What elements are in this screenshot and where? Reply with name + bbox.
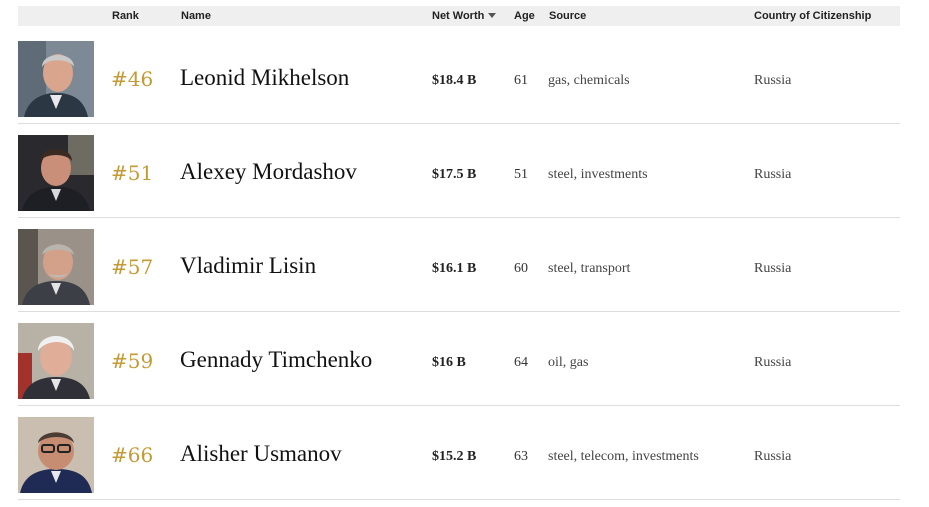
sort-descending-icon[interactable] <box>488 12 497 18</box>
rank: #51 <box>111 161 154 185</box>
person-name[interactable]: Leonid Mikhelson <box>180 65 349 91</box>
table-row[interactable]: #66 Alisher Usmanov $15.2 B 63 steel, te… <box>18 405 900 500</box>
person-photo[interactable] <box>18 135 94 211</box>
age: 51 <box>514 167 528 182</box>
source-column-header[interactable]: Source <box>549 10 586 22</box>
source: steel, investments <box>548 167 648 182</box>
rank: #46 <box>111 67 154 91</box>
person-name[interactable]: Alisher Usmanov <box>180 441 342 467</box>
net-worth: $16 B <box>432 355 466 370</box>
name-column-header[interactable]: Name <box>181 10 211 22</box>
net-worth-header-label: Net Worth <box>432 10 485 22</box>
table-row[interactable]: #57 Vladimir Lisin $16.1 B 60 steel, tra… <box>18 217 900 312</box>
table-row[interactable]: #59 Gennady Timchenko $16 B 64 oil, gas … <box>18 311 900 406</box>
net-worth: $17.5 B <box>432 167 477 182</box>
rank: #59 <box>111 349 154 373</box>
age: 64 <box>514 355 528 370</box>
age: 60 <box>514 261 528 276</box>
person-name[interactable]: Gennady Timchenko <box>180 347 372 373</box>
source: steel, telecom, investments <box>548 449 699 464</box>
age-column-header[interactable]: Age <box>514 10 535 22</box>
source: gas, chemicals <box>548 73 630 88</box>
person-name[interactable]: Alexey Mordashov <box>180 159 357 185</box>
net-worth: $15.2 B <box>432 449 477 464</box>
net-worth: $16.1 B <box>432 261 477 276</box>
net-worth-column-header[interactable]: Net Worth <box>432 10 497 22</box>
table-header: Rank Name Net Worth Age Source Country o… <box>18 6 900 26</box>
net-worth: $18.4 B <box>432 73 477 88</box>
country: Russia <box>754 355 792 370</box>
person-photo[interactable] <box>18 417 94 493</box>
rank: #66 <box>111 443 154 467</box>
country: Russia <box>754 449 792 464</box>
person-name[interactable]: Vladimir Lisin <box>180 253 316 279</box>
table-row[interactable]: #51 Alexey Mordashov $17.5 B 51 steel, i… <box>18 123 900 218</box>
country: Russia <box>754 73 792 88</box>
age: 63 <box>514 449 528 464</box>
country: Russia <box>754 167 792 182</box>
rank: #57 <box>111 255 154 279</box>
country-column-header[interactable]: Country of Citizenship <box>754 10 871 22</box>
person-photo[interactable] <box>18 41 94 117</box>
person-photo[interactable] <box>18 229 94 305</box>
country: Russia <box>754 261 792 276</box>
source: oil, gas <box>548 355 589 370</box>
rank-column-header[interactable]: Rank <box>112 10 139 22</box>
billionaires-list: Rank Name Net Worth Age Source Country o… <box>0 0 929 507</box>
person-photo[interactable] <box>18 323 94 399</box>
age: 61 <box>514 73 528 88</box>
source: steel, transport <box>548 261 631 276</box>
table-row[interactable]: #46 Leonid Mikhelson $18.4 B 61 gas, che… <box>18 29 900 124</box>
